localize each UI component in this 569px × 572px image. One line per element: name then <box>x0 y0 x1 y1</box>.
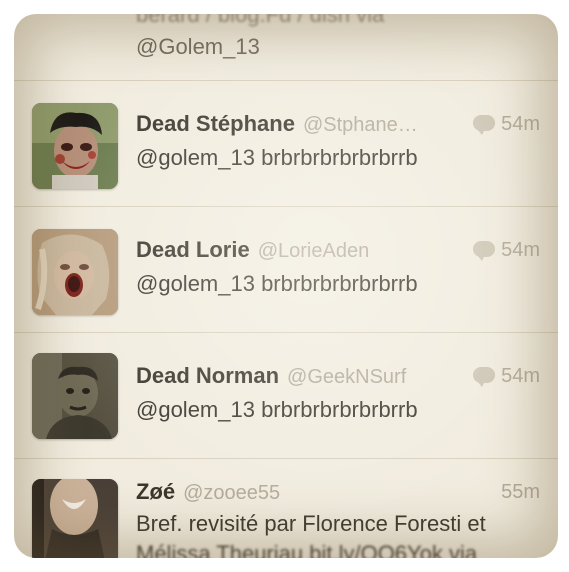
tweet-timestamp: 55m <box>501 481 540 503</box>
tweet-author[interactable]: Dead Stéphane @Stphane… <box>136 111 418 137</box>
tweet-fragment-line2: @Golem_13 <box>136 34 260 59</box>
tweet-text: @golem_13 brbrbrbrbrbrbrrb <box>136 397 418 422</box>
tweet-time: 54m <box>473 239 540 262</box>
tweet-time: 54m <box>473 365 540 388</box>
tweet-row[interactable]: Dead Stéphane @Stphane… 54m @golem_13 brb… <box>14 81 558 207</box>
tweet-fragment[interactable]: bérard / blog.Fd / dish via @Golem_13 <box>14 14 558 81</box>
tweet-time: 54m <box>473 113 540 136</box>
conversation-icon <box>473 240 496 261</box>
author-handle: @zooee55 <box>183 482 281 504</box>
tweet-text: @golem_13 brbrbrbrbrbrbrrb <box>136 271 418 296</box>
tweet-row[interactable]: Zøé @zooee55 55m Bref. revisité par Flore… <box>14 459 558 558</box>
zombie-norman-avatar[interactable] <box>32 353 118 439</box>
zoe-avatar[interactable] <box>32 479 118 558</box>
tweet-timestamp: 54m <box>501 113 540 135</box>
tweet-text-line2: Mélissa Theuriau bit.ly/OO6Yok via <box>136 541 478 558</box>
tweet-author[interactable]: Zøé @zooee55 <box>136 479 280 505</box>
tweet-time: 55m <box>501 481 540 504</box>
zombie-man-avatar[interactable] <box>32 103 118 189</box>
tweet-author[interactable]: Dead Lorie @LorieAden <box>136 237 369 263</box>
tweet-row[interactable]: Dead Norman @GeekNSurf 54m @golem_13 brbr… <box>14 333 558 459</box>
tweet-text: @golem_13 brbrbrbrbrbrbrrb <box>136 145 418 170</box>
author-name: Dead Lorie <box>136 237 250 262</box>
tweet-timestamp: 54m <box>501 365 540 387</box>
conversation-icon <box>473 114 496 135</box>
author-name: Dead Stéphane <box>136 111 295 136</box>
author-name: Dead Norman <box>136 363 280 388</box>
tweet-timestamp: 54m <box>501 239 540 261</box>
tweet-row[interactable]: Dead Lorie @LorieAden 54m @golem_13 brbrb… <box>14 207 558 333</box>
author-handle: @LorieAden <box>257 240 370 262</box>
zombie-woman-avatar[interactable] <box>32 229 118 315</box>
author-handle: @GeekNSurf <box>287 366 407 388</box>
tweet-text-line1: Bref. revisité par Florence Foresti et <box>136 511 486 536</box>
conversation-icon <box>473 366 496 387</box>
tweet-fragment-line1: bérard / blog.Fd / dish via <box>136 14 385 27</box>
tweet-author[interactable]: Dead Norman @GeekNSurf <box>136 363 406 389</box>
author-handle: @Stphane… <box>302 114 418 136</box>
timeline-screen: bérard / blog.Fd / dish via @Golem_13 De… <box>14 14 558 558</box>
author-name: Zøé <box>136 479 176 504</box>
